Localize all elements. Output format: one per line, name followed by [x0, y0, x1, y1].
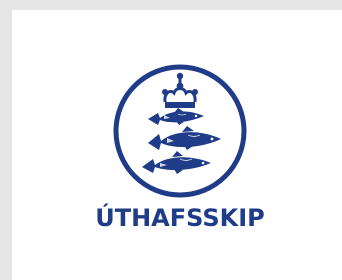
- page: ÚTHAFSSKIP: [0, 0, 342, 280]
- fish-icon-bottom: [142, 151, 211, 174]
- fish-icon-middle: [148, 126, 221, 150]
- crown-icon: [162, 72, 198, 108]
- frame-edge-left: [0, 0, 12, 280]
- crown-and-three-fish-seal-icon: [113, 64, 247, 198]
- frame-edge-top: [0, 0, 342, 10]
- fish-icon-top: [148, 108, 204, 125]
- brand-wordmark: ÚTHAFSSKIP: [95, 204, 265, 232]
